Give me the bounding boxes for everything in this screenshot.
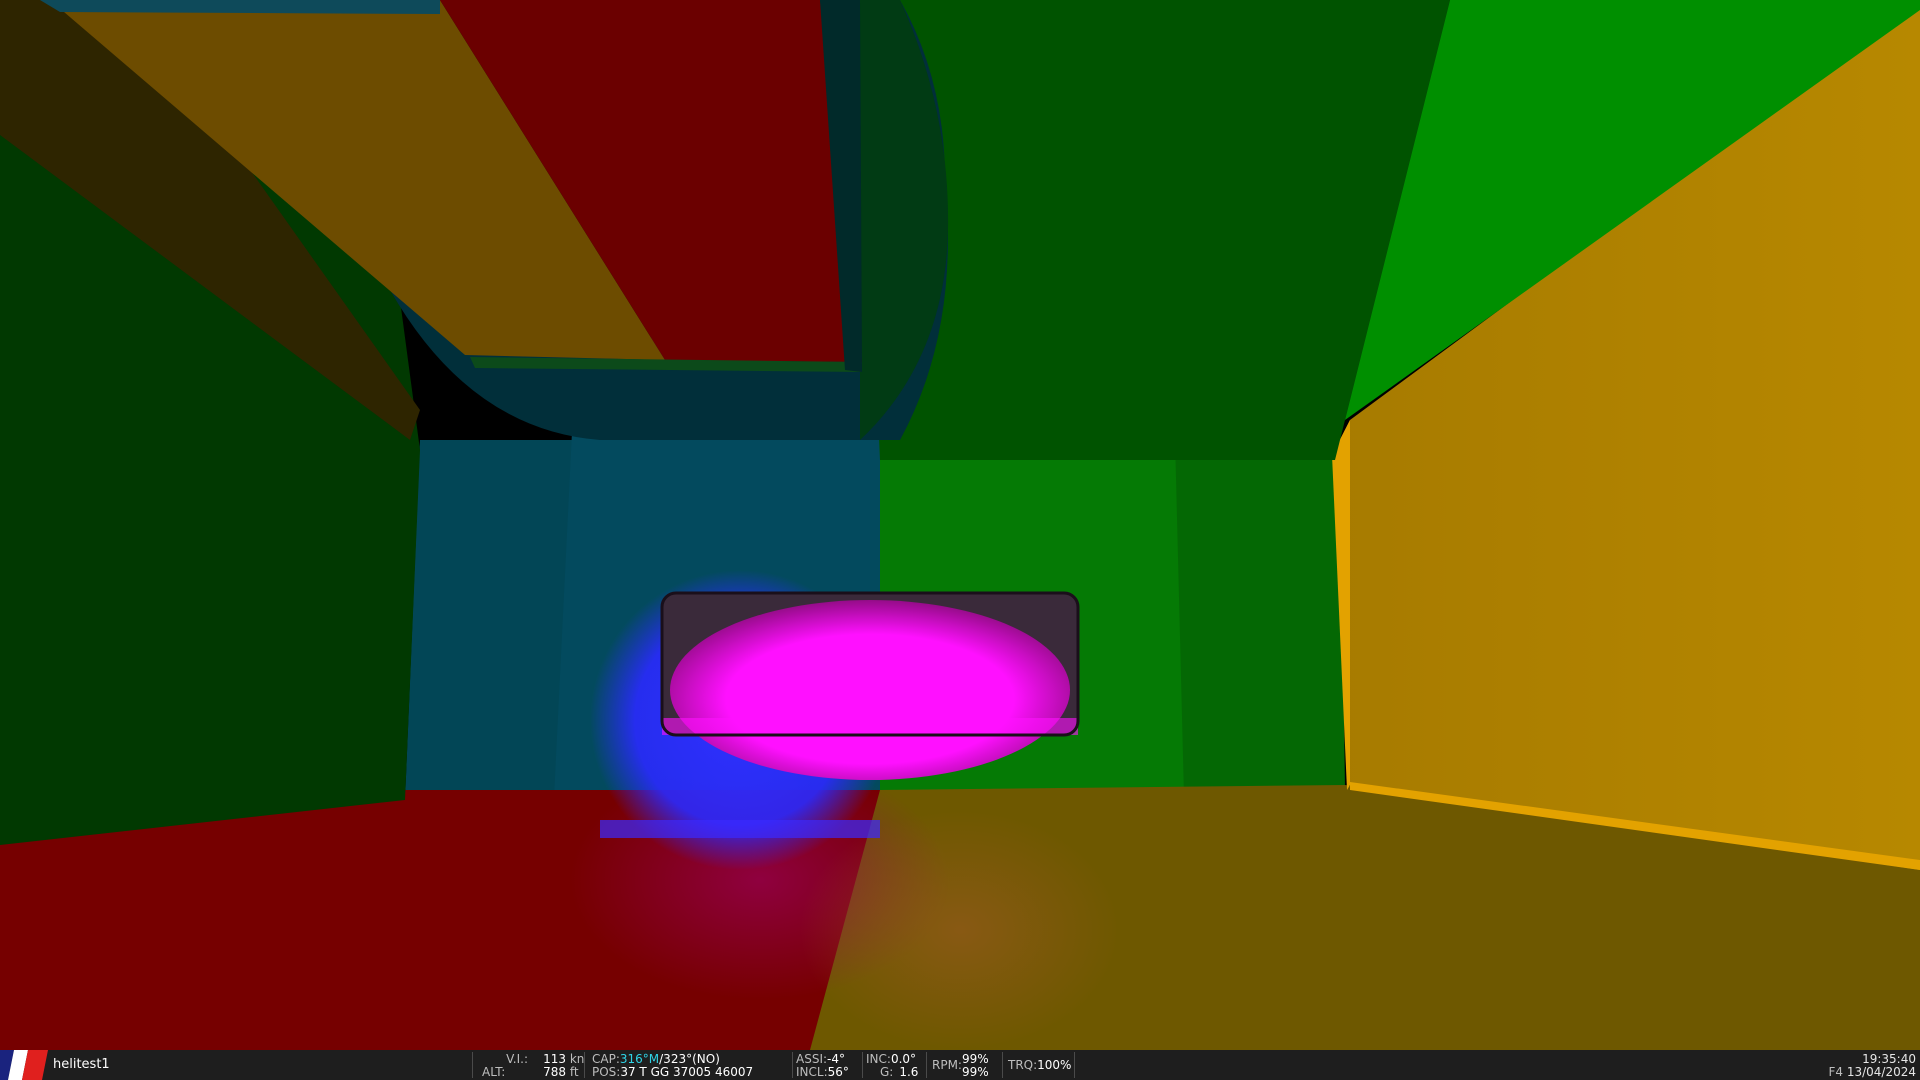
cap-magnetic: 316°M xyxy=(619,1052,660,1066)
separator xyxy=(584,1052,585,1078)
separator xyxy=(926,1052,927,1078)
alt-value: 788 xyxy=(543,1065,566,1079)
g-value: 1.6 xyxy=(899,1065,919,1079)
separator xyxy=(1002,1052,1003,1078)
alt-label: ALT: xyxy=(482,1065,506,1079)
cap-label: CAP: xyxy=(592,1052,620,1066)
incl-label: INCL: xyxy=(796,1065,828,1079)
rpm-value-1: 99% xyxy=(962,1052,989,1066)
pos-value: 37 T GG 37005 46007 xyxy=(620,1065,754,1079)
date: 13/04/2024 xyxy=(1846,1065,1916,1079)
inc-value: 0.0° xyxy=(890,1052,917,1066)
assi-label: ASSI: xyxy=(796,1052,828,1066)
g-label: G: xyxy=(880,1065,894,1079)
torque-group: TRQ:100% xyxy=(1008,1050,1078,1080)
ceiling-teal-top xyxy=(40,0,440,14)
callsign: helitest1 xyxy=(53,1057,110,1072)
trq-value: 100% xyxy=(1037,1058,1072,1072)
speed-altitude-group: V.I.: 113 kn ALT: 788 ft xyxy=(478,1050,584,1080)
separator xyxy=(792,1052,793,1078)
attitude-group: ASSI:-4° INCL:56° xyxy=(796,1050,856,1080)
game-viewport-3d-scene[interactable] xyxy=(0,0,1920,1050)
rpm-group: RPM: 99% 99% xyxy=(932,1050,1002,1080)
incidence-g-group: INC:0.0° G: 1.6 xyxy=(866,1050,926,1080)
heading-position-group: CAP:316°M/323°(NO) POS:37 T GG 37005 460… xyxy=(592,1050,792,1080)
separator xyxy=(472,1052,473,1078)
incl-value: 56° xyxy=(827,1065,849,1079)
separator xyxy=(862,1052,863,1078)
pos-label: POS: xyxy=(592,1065,621,1079)
rpm-value-2: 99% xyxy=(962,1065,989,1079)
assi-value: -4° xyxy=(827,1052,845,1066)
separator xyxy=(1074,1052,1075,1078)
inc-label: INC: xyxy=(866,1052,891,1066)
alt-unit: ft xyxy=(569,1065,579,1079)
flight-status-bar: helitest1 V.I.: 113 kn ALT: 788 ft CAP:316… xyxy=(0,1050,1920,1080)
french-flag-icon xyxy=(0,1050,48,1080)
trq-label: TRQ: xyxy=(1008,1058,1038,1072)
vi-unit: kn xyxy=(569,1052,585,1066)
rpm-label: RPM: xyxy=(932,1058,962,1072)
cap-true: /323°(NO) xyxy=(659,1052,720,1066)
clock-group: 19:35:40 F4 13/04/2024 xyxy=(1828,1053,1916,1079)
date-prefix: F4 xyxy=(1828,1065,1843,1079)
